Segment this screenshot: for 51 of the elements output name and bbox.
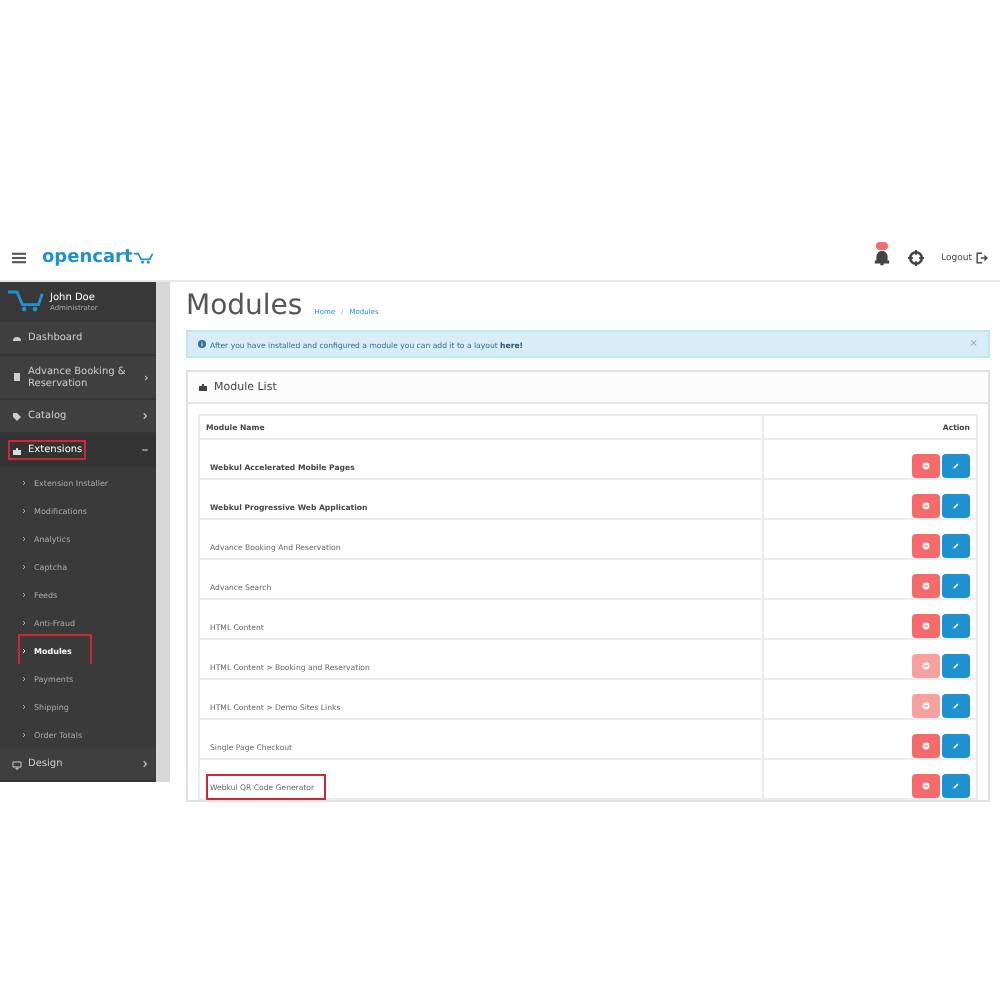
pencil-icon [952, 702, 960, 710]
edit-button[interactable] [942, 654, 970, 678]
pencil-icon [952, 742, 960, 750]
page-title: Modules [186, 290, 303, 322]
uninstall-button[interactable] [912, 734, 940, 758]
minus-circle-icon [922, 742, 930, 750]
minus-circle-icon [922, 662, 930, 670]
edit-button[interactable] [942, 694, 970, 718]
minus-circle-icon [922, 582, 930, 590]
puzzle-icon [12, 445, 22, 456]
edit-button[interactable] [942, 734, 970, 758]
sign-out-icon[interactable] [976, 252, 988, 264]
pencil-icon [952, 582, 960, 590]
uninstall-button[interactable] [912, 774, 940, 798]
pencil-icon [952, 502, 960, 510]
edit-button[interactable] [942, 774, 970, 798]
monitor-icon [12, 759, 22, 770]
menu-icon[interactable] [12, 252, 26, 264]
edit-button[interactable] [942, 534, 970, 558]
edit-button[interactable] [942, 454, 970, 478]
logo[interactable]: opencart [42, 248, 133, 268]
life-ring-icon[interactable] [907, 250, 924, 266]
chevron-icon [143, 373, 148, 382]
minus-circle-icon [922, 502, 930, 510]
edit-button[interactable] [942, 494, 970, 518]
pencil-icon [952, 542, 960, 550]
edit-button[interactable] [942, 614, 970, 638]
puzzle-icon [198, 382, 208, 392]
minus-circle-icon [922, 622, 930, 630]
minus-circle-icon [922, 462, 930, 470]
uninstall-button[interactable] [912, 454, 940, 478]
chevron-icon [142, 760, 148, 769]
uninstall-button[interactable] [912, 534, 940, 558]
cart-logo-icon [8, 290, 44, 313]
uninstall-button[interactable] [912, 494, 940, 518]
minus-circle-icon [922, 542, 930, 550]
minus-circle-icon [922, 782, 930, 790]
pencil-icon [952, 622, 960, 630]
info-icon [198, 340, 206, 348]
edit-button[interactable] [942, 574, 970, 598]
pencil-icon [952, 662, 960, 670]
minus-circle-icon [922, 702, 930, 710]
pencil-icon [952, 462, 960, 470]
bell-icon[interactable] [873, 250, 890, 266]
tag-icon [12, 411, 22, 422]
dashboard-icon [12, 332, 22, 343]
book-icon [12, 372, 22, 383]
uninstall-button[interactable] [912, 614, 940, 638]
uninstall-button[interactable] [912, 574, 940, 598]
chevron-icon [142, 412, 148, 421]
cart-icon [134, 252, 155, 264]
